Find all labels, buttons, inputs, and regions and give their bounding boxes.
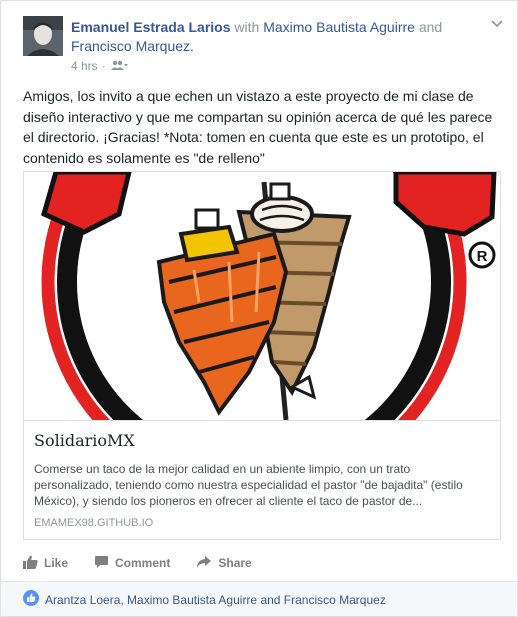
link-preview-body[interactable]: SolidarioMX Comerse un taco de la mejor … <box>24 420 500 539</box>
share-label: Share <box>218 556 252 570</box>
tagged-user-1-link[interactable]: Maximo Bautista Aguirre <box>263 19 415 35</box>
post-options-chevron-icon[interactable] <box>491 15 503 33</box>
tagged-user-2-link[interactable]: Francisco Marquez. <box>71 38 194 54</box>
like-badge-icon <box>23 590 39 609</box>
share-button[interactable]: Share <box>196 555 252 572</box>
post-card: Emanuel Estrada Larios with Maximo Bauti… <box>0 0 518 617</box>
link-description: Comerse un taco de la mejor calidad en u… <box>34 462 463 508</box>
post-header-names: Emanuel Estrada Larios with Maximo Bauti… <box>71 18 471 56</box>
like-label: Like <box>44 556 69 570</box>
and-text: and <box>418 19 443 35</box>
post-text: Amigos, los invito a que echen un vistaz… <box>23 88 493 166</box>
post-meta: 4 hrs · <box>71 59 128 73</box>
link-preview-image[interactable]: R <box>24 172 500 420</box>
author-avatar[interactable] <box>23 16 63 56</box>
post-timestamp[interactable]: 4 hrs <box>71 59 98 73</box>
comment-button[interactable]: Comment <box>94 555 170 572</box>
link-preview-card[interactable]: R SolidarioMX Comerse un taco de la mejo… <box>23 171 501 540</box>
thumbs-up-icon <box>23 555 38 572</box>
comment-bubble-icon <box>94 555 109 572</box>
likers-link[interactable]: Arantza Loera, Maximo Bautista Aguirre a… <box>45 593 386 607</box>
link-domain: EMAMEX98.GITHUB.IO <box>34 517 154 529</box>
with-text: with <box>234 19 260 35</box>
trompo-logo-icon: R <box>24 172 500 420</box>
meta-separator: · <box>101 59 106 73</box>
registered-mark: R <box>477 248 488 265</box>
post-actions: Like Comment Share <box>23 549 499 577</box>
like-button[interactable]: Like <box>23 555 68 572</box>
link-title[interactable]: SolidarioMX <box>34 431 135 450</box>
comment-label: Comment <box>115 556 171 570</box>
author-name-link[interactable]: Emanuel Estrada Larios <box>71 19 231 35</box>
share-arrow-icon <box>196 555 212 572</box>
audience-friends-icon[interactable] <box>110 59 128 73</box>
likes-summary[interactable]: Arantza Loera, Maximo Bautista Aguirre a… <box>1 581 517 616</box>
